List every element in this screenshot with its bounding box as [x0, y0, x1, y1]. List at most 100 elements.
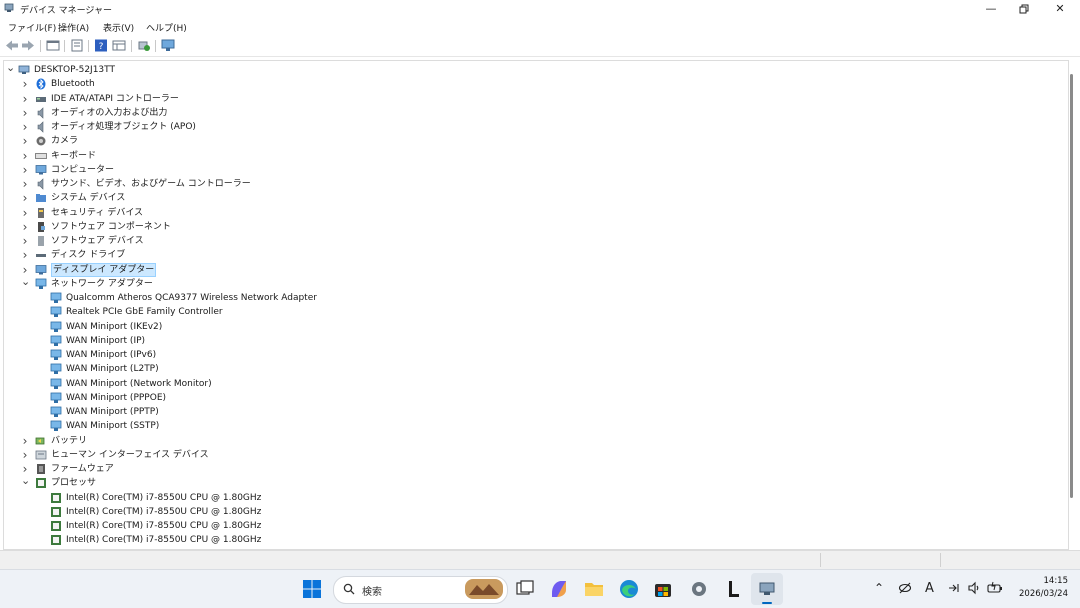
menu-action[interactable]: 操作(A): [58, 21, 89, 34]
chevron-right-icon[interactable]: ›: [21, 92, 29, 106]
chevron-up-icon[interactable]: ⌃: [874, 581, 884, 595]
view-resources-icon[interactable]: [112, 39, 126, 52]
network-adapter-item[interactable]: WAN Miniport (PPPOE): [4, 391, 1064, 405]
scan-hardware-icon[interactable]: [137, 39, 151, 52]
search-placeholder: 検索: [362, 587, 382, 598]
clock-date: 2026/03/24: [1019, 589, 1068, 599]
maximize-button[interactable]: [1007, 0, 1041, 17]
tree-item-label: ソフトウェア デバイス: [51, 236, 144, 246]
chevron-right-icon[interactable]: ›: [21, 191, 29, 205]
settings-gear-icon[interactable]: [688, 578, 710, 600]
tree-item-label: ディスク ドライブ: [51, 250, 126, 260]
taskbar-search[interactable]: 検索: [333, 576, 508, 604]
tree-category[interactable]: › ヒューマン インターフェイス デバイス: [4, 448, 1064, 462]
tree-category[interactable]: › ファームウェア: [4, 462, 1064, 476]
back-arrow-icon[interactable]: [5, 39, 19, 52]
audio-icon: [35, 121, 47, 133]
cpu-icon: [50, 492, 62, 504]
tree-category[interactable]: ⌄ プロセッサ: [4, 475, 1064, 490]
ime-indicator[interactable]: A: [925, 581, 934, 596]
volume-icon[interactable]: [967, 581, 981, 595]
forward-arrow-icon[interactable]: [21, 39, 35, 52]
tree-category[interactable]: › ディスク ドライブ: [4, 248, 1064, 262]
chevron-right-icon[interactable]: ›: [21, 177, 29, 191]
copilot-icon[interactable]: [548, 578, 570, 600]
cpu-icon: [50, 520, 62, 532]
edge-browser-icon[interactable]: [618, 578, 640, 600]
vertical-scrollbar[interactable]: [1068, 60, 1076, 548]
microsoft-store-icon[interactable]: [652, 578, 674, 600]
network-adapter-item[interactable]: WAN Miniport (IP): [4, 334, 1064, 348]
tree-item-label: WAN Miniport (PPTP): [66, 407, 159, 417]
tree-category[interactable]: › ソフトウェア デバイス: [4, 234, 1064, 248]
chevron-down-icon[interactable]: ⌄: [21, 475, 30, 490]
update-list-icon[interactable]: [70, 39, 84, 52]
network-adapter-item[interactable]: WAN Miniport (IKEv2): [4, 320, 1064, 334]
tree-category[interactable]: › システム デバイス: [4, 191, 1064, 205]
processor-item[interactable]: Intel(R) Core(TM) i7-8550U CPU @ 1.80GHz: [4, 505, 1064, 519]
network-adapter-item[interactable]: WAN Miniport (IPv6): [4, 348, 1064, 362]
chevron-right-icon[interactable]: ›: [21, 206, 29, 220]
monitor-icon[interactable]: [161, 39, 175, 52]
network-adapter-item[interactable]: WAN Miniport (Network Monitor): [4, 377, 1064, 391]
chevron-right-icon[interactable]: ›: [21, 77, 29, 91]
tree-category[interactable]: › ディスプレイ アダプター: [4, 263, 1064, 277]
network-adapter-item[interactable]: WAN Miniport (PPTP): [4, 405, 1064, 419]
tree-category[interactable]: › IDE ATA/ATAPI コントローラー: [4, 92, 1064, 106]
processor-item[interactable]: Intel(R) Core(TM) i7-8550U CPU @ 1.80GHz: [4, 533, 1064, 547]
network-adapter-item[interactable]: Qualcomm Atheros QCA9377 Wireless Networ…: [4, 291, 1064, 305]
computer-icon: [18, 64, 30, 76]
hidden-eye-icon[interactable]: [898, 581, 912, 595]
network-icon[interactable]: [947, 581, 961, 595]
windows-start-icon[interactable]: [301, 578, 323, 600]
chevron-down-icon[interactable]: ⌄: [6, 62, 15, 77]
chevron-right-icon[interactable]: ›: [21, 434, 29, 448]
clock[interactable]: 14:15 2026/03/24: [1019, 575, 1068, 601]
chevron-right-icon[interactable]: ›: [21, 448, 29, 462]
device-tree[interactable]: ⌄ DESKTOP-52J13TT › Bluetooth › IDE ATA/ATAPI…: [3, 60, 1069, 550]
chevron-right-icon[interactable]: ›: [21, 163, 29, 177]
help-icon[interactable]: ?: [94, 39, 108, 52]
tree-category[interactable]: ⌄ ネットワーク アダプター: [4, 276, 1064, 291]
tree-category[interactable]: › バッテリ: [4, 434, 1064, 448]
chevron-right-icon[interactable]: ›: [21, 120, 29, 134]
tree-category[interactable]: › Bluetooth: [4, 77, 1064, 91]
chevron-right-icon[interactable]: ›: [21, 234, 29, 248]
battery-icon[interactable]: [987, 581, 1003, 595]
processor-item[interactable]: Intel(R) Core(TM) i7-8550U CPU @ 1.80GHz: [4, 491, 1064, 505]
tree-category[interactable]: › コンピューター: [4, 163, 1064, 177]
minimize-button[interactable]: —: [974, 0, 1008, 17]
file-explorer-icon[interactable]: [583, 578, 605, 600]
tree-category[interactable]: › オーディオの入力および出力: [4, 106, 1064, 120]
chevron-right-icon[interactable]: ›: [21, 106, 29, 120]
audio-icon: [35, 107, 47, 119]
cpu-icon: [50, 506, 62, 518]
chevron-right-icon[interactable]: ›: [21, 220, 29, 234]
tree-category[interactable]: › オーディオ処理オブジェクト (APO): [4, 120, 1064, 134]
chevron-right-icon[interactable]: ›: [21, 248, 29, 262]
tree-item-label: ヒューマン インターフェイス デバイス: [51, 450, 209, 460]
processor-item[interactable]: Intel(R) Core(TM) i7-8550U CPU @ 1.80GHz: [4, 519, 1064, 533]
l-app-icon[interactable]: [722, 578, 744, 600]
network-adapter-item[interactable]: Realtek PCIe GbE Family Controller: [4, 305, 1064, 319]
task-view-icon[interactable]: [514, 578, 536, 600]
network-adapter-item[interactable]: WAN Miniport (SSTP): [4, 419, 1064, 433]
menu-view[interactable]: 表示(V): [103, 21, 134, 34]
tree-category[interactable]: › セキュリティ デバイス: [4, 206, 1064, 220]
menu-file[interactable]: ファイル(F): [8, 21, 56, 34]
tree-category[interactable]: › カメラ: [4, 134, 1064, 148]
tree-category[interactable]: › サウンド、ビデオ、およびゲーム コントローラー: [4, 177, 1064, 191]
network-adapter-item[interactable]: WAN Miniport (L2TP): [4, 362, 1064, 376]
tree-category[interactable]: › キーボード: [4, 149, 1064, 163]
tree-root[interactable]: ⌄ DESKTOP-52J13TT: [4, 62, 1064, 77]
scrollbar-thumb[interactable]: [1070, 74, 1073, 498]
properties-icon[interactable]: [46, 39, 60, 52]
menu-help[interactable]: ヘルプ(H): [146, 21, 187, 34]
tree-category[interactable]: › ソフトウェア コンポーネント: [4, 220, 1064, 234]
close-button[interactable]: ✕: [1043, 0, 1077, 17]
device-manager-taskbar-button[interactable]: [751, 573, 783, 605]
chevron-right-icon[interactable]: ›: [21, 149, 29, 163]
chevron-right-icon[interactable]: ›: [21, 134, 29, 148]
chevron-down-icon[interactable]: ⌄: [21, 276, 30, 291]
tree-item-label: WAN Miniport (L2TP): [66, 364, 159, 374]
